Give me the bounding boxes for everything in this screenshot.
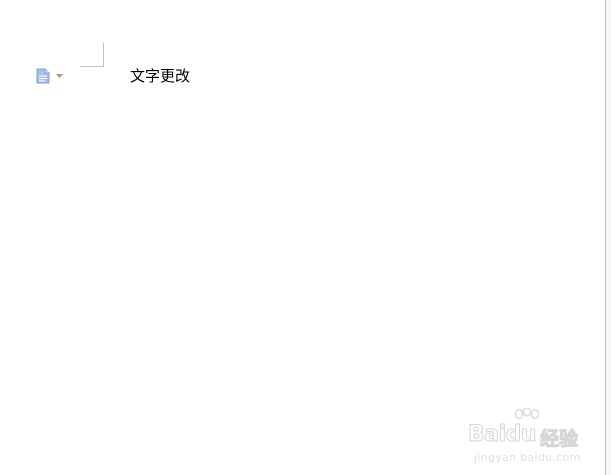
watermark-url: jingyan.baidu.com xyxy=(474,451,581,464)
watermark-brand: Baidu xyxy=(468,422,538,448)
margin-corner-mark xyxy=(80,43,104,67)
document-options-button[interactable] xyxy=(36,67,66,85)
document-body-text[interactable]: 文字更改 xyxy=(130,66,190,86)
window-edge xyxy=(606,0,611,475)
caret-down-icon xyxy=(56,73,63,79)
watermark: Baidu 经验 jingyan.baidu.com xyxy=(468,408,600,468)
document-page: 文字更改 Baidu 经验 jingyan.baidu.com xyxy=(0,0,611,475)
document-icon xyxy=(36,68,50,84)
watermark-chinese: 经验 xyxy=(539,428,579,451)
